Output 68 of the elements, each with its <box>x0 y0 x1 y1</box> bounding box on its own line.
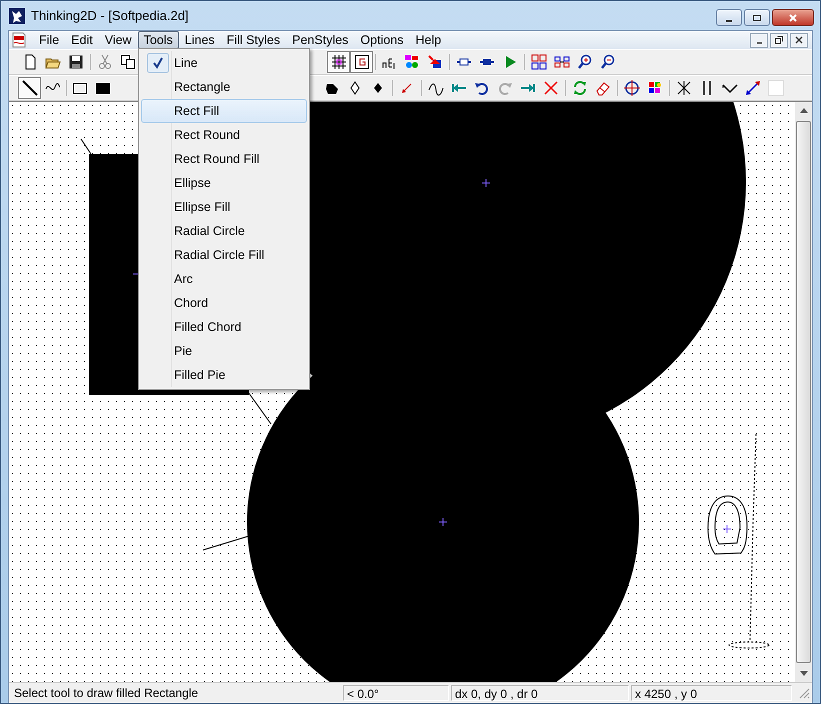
child-restore-button[interactable] <box>770 32 788 48</box>
app-logo-icon <box>9 8 25 24</box>
menu-option-label: Arc <box>174 272 193 286</box>
menu-item[interactable]: Tools <box>138 31 179 49</box>
menu-item[interactable]: Fill Styles <box>220 31 286 49</box>
nested-ovals-drawing <box>708 496 748 554</box>
menu-item[interactable]: Edit <box>65 31 99 49</box>
close-button[interactable] <box>772 9 814 26</box>
menu-option[interactable]: Radial Circle Fill <box>141 243 307 267</box>
menu-item[interactable]: PenStyles <box>286 31 354 49</box>
menu-item[interactable]: File <box>33 31 66 49</box>
menu-option-label: Filled Chord <box>174 320 242 334</box>
line-tool-icon[interactable] <box>18 77 41 99</box>
menu-item[interactable]: Lines <box>178 31 221 49</box>
menu-option[interactable]: Filled Pie <box>141 363 307 387</box>
menu-option-label: Chord <box>174 296 208 310</box>
menu-option[interactable]: Chord <box>141 291 307 315</box>
menu-option-label: Line <box>174 56 198 70</box>
scroll-up-icon[interactable] <box>800 108 808 113</box>
resize-grip-icon <box>798 687 810 699</box>
menu-item[interactable]: Help <box>410 31 448 49</box>
crosshair-marker <box>438 518 448 526</box>
menu-option-label: Filled Pie <box>174 368 226 382</box>
menu-item[interactable]: Options <box>354 31 410 49</box>
menu-option[interactable]: Rect Round Fill <box>141 147 307 171</box>
scroll-thumb[interactable] <box>796 121 811 663</box>
restore-icon <box>775 36 783 44</box>
status-delta: dx 0, dy 0 , dr 0 <box>451 685 629 701</box>
vertical-scrollbar[interactable] <box>795 102 812 682</box>
grid-icon[interactable] <box>327 51 350 73</box>
close-icon <box>795 36 803 44</box>
minimize-button[interactable] <box>716 9 742 26</box>
menu-option-label: Radial Circle Fill <box>174 248 264 262</box>
menu-option[interactable]: Rect Round <box>141 123 307 147</box>
maximize-button[interactable] <box>744 9 770 26</box>
menu-option-label: Pie <box>174 344 192 358</box>
menu-option[interactable]: Rectangle <box>141 75 307 99</box>
menu-option-label: Ellipse Fill <box>174 200 230 214</box>
menu-option[interactable]: Rect Fill <box>141 99 307 123</box>
menu-option-label: Radial Circle <box>174 224 245 238</box>
minimize-icon <box>756 42 762 44</box>
menu-option-label: Rect Fill <box>174 104 220 118</box>
menu-option-label: Rect Round <box>174 128 240 142</box>
scroll-down-icon[interactable] <box>800 671 808 676</box>
menu-option[interactable]: Pie <box>141 339 307 363</box>
crosshair-marker <box>482 178 490 188</box>
menu-option[interactable]: Arc <box>141 267 307 291</box>
close-icon <box>788 12 798 22</box>
status-angle: < 0.0° <box>343 685 449 701</box>
window-title: Thinking2D - [Softpedia.2d] <box>31 8 190 23</box>
minimize-icon <box>726 20 732 22</box>
menu-option-label: Rect Round Fill <box>174 152 260 166</box>
line-segment <box>202 536 250 550</box>
framed-glyph-icon[interactable] <box>350 51 373 73</box>
menu-item[interactable]: View <box>98 31 138 49</box>
child-close-button[interactable] <box>790 32 808 48</box>
status-message: Select tool to draw filled Rectangle <box>13 685 200 701</box>
line-segment <box>80 138 92 154</box>
status-position: x 4250 , y 0 <box>631 685 792 701</box>
menu-option-label: Ellipse <box>174 176 211 190</box>
menu-option-label: Rectangle <box>174 80 230 94</box>
menu-option[interactable]: Radial Circle <box>141 219 307 243</box>
menu-option[interactable]: Ellipse <box>141 171 307 195</box>
menu-option[interactable]: Ellipse Fill <box>141 195 307 219</box>
menu-option[interactable]: Line <box>141 51 307 75</box>
maximize-icon <box>752 12 762 22</box>
document-icon[interactable] <box>11 32 27 48</box>
menu-option[interactable]: Filled Chord <box>141 315 307 339</box>
